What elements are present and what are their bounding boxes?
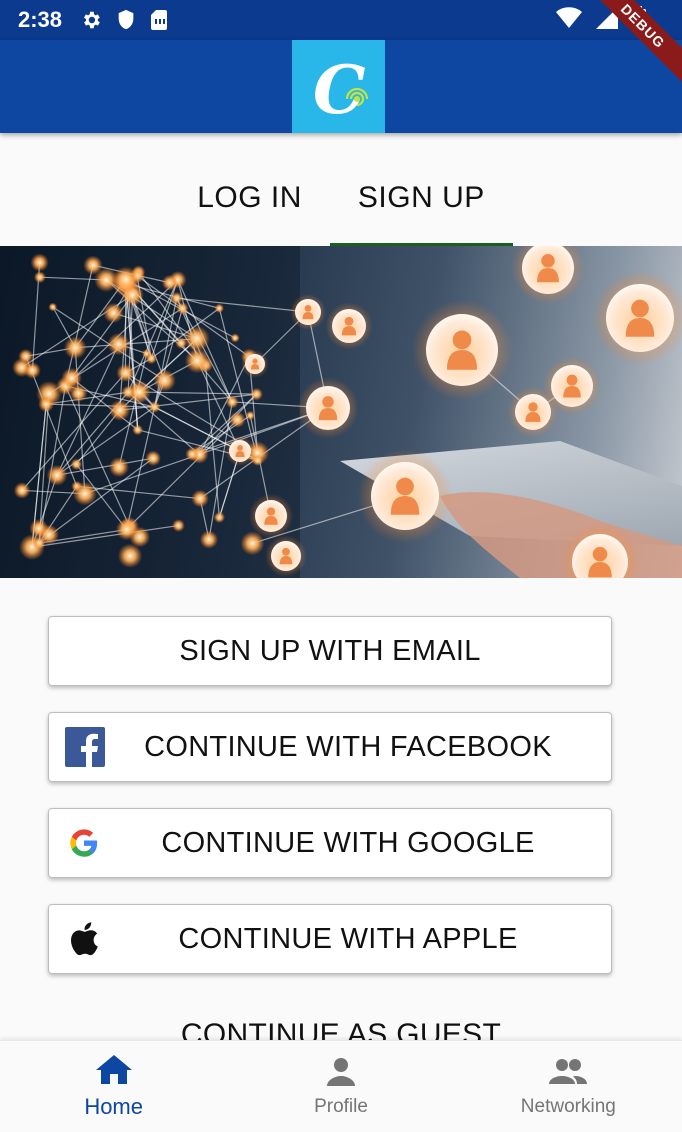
google-icon — [69, 828, 99, 858]
facebook-icon — [65, 727, 105, 767]
sim-card-icon — [150, 9, 168, 31]
tab-log-in[interactable]: LOG IN — [169, 150, 330, 246]
settings-icon — [80, 9, 102, 31]
status-time: 2:38 — [18, 7, 63, 32]
network-people-image — [0, 246, 682, 578]
shield-icon — [116, 9, 136, 31]
continue-apple-label: CONTINUE WITH APPLE — [178, 922, 518, 955]
status-bar: 2:38 — [0, 0, 682, 40]
nav-profile[interactable]: Profile — [227, 1041, 454, 1132]
people-icon — [548, 1056, 588, 1094]
continue-google-button[interactable]: CONTINUE WITH GOOGLE — [48, 808, 612, 878]
tab-sign-up[interactable]: SIGN UP — [329, 150, 513, 246]
continue-google-label: CONTINUE WITH GOOGLE — [161, 826, 535, 859]
sign-up-email-label: SIGN UP WITH EMAIL — [179, 634, 481, 667]
nav-profile-label: Profile — [314, 1095, 368, 1117]
app-logo: C — [292, 40, 385, 133]
sign-up-email-button[interactable]: SIGN UP WITH EMAIL — [48, 616, 612, 686]
apple-icon — [69, 922, 99, 956]
nav-networking[interactable]: Networking — [455, 1041, 682, 1132]
wifi-icon — [556, 6, 582, 34]
continue-facebook-label: CONTINUE WITH FACEBOOK — [144, 730, 552, 763]
bottom-navigation: Home Profile Networking — [0, 1040, 682, 1132]
continue-facebook-button[interactable]: CONTINUE WITH FACEBOOK — [48, 712, 612, 782]
nav-networking-label: Networking — [520, 1095, 616, 1117]
app-logo-icon: C — [313, 51, 368, 127]
continue-apple-button[interactable]: CONTINUE WITH APPLE — [48, 904, 612, 974]
auth-tabs: LOG IN SIGN UP — [0, 133, 682, 246]
nav-home-label: Home — [84, 1093, 143, 1119]
nav-home[interactable]: Home — [0, 1041, 227, 1132]
home-icon — [95, 1054, 132, 1092]
app-bar: C — [0, 40, 682, 133]
person-icon — [325, 1056, 357, 1094]
